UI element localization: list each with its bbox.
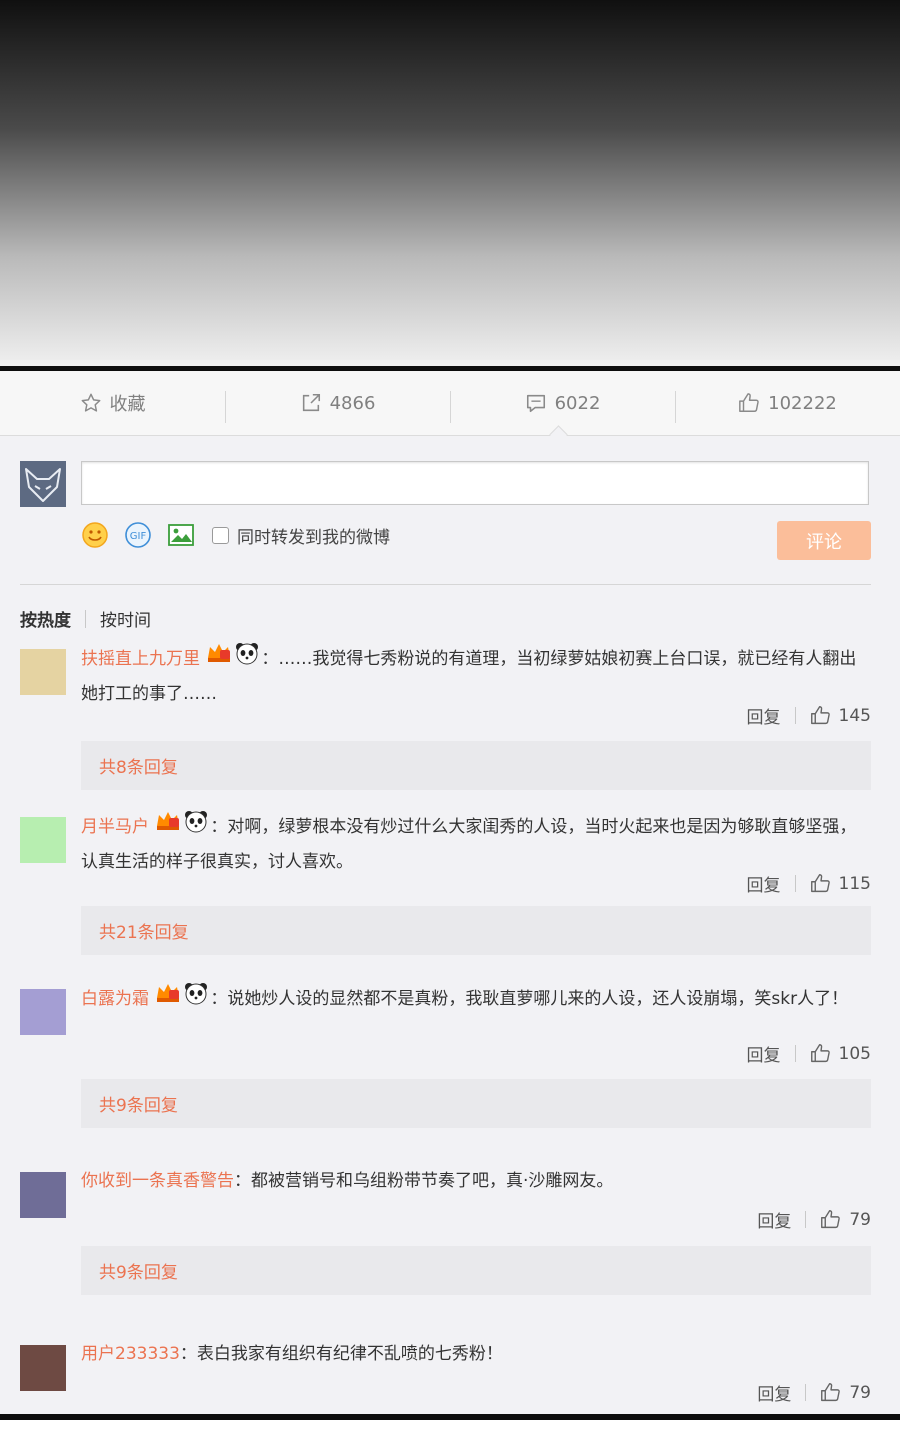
submit-comment-button[interactable]: 评论 — [777, 521, 871, 560]
like-comment-button[interactable]: 105 — [810, 1043, 871, 1064]
comment-meta: 回复 79 — [757, 1380, 871, 1406]
comment-text: 说她炒人设的显然都不是真粉，我耿直萝哪儿来的人设，还人设崩塌，笑skr人了！ — [227, 989, 849, 1009]
reply-button[interactable]: 回复 — [757, 1380, 791, 1405]
like-comment-button[interactable]: 145 — [810, 705, 871, 726]
like-post-button[interactable]: 102222 — [675, 371, 900, 435]
panda-emoji-icon — [183, 981, 209, 1017]
panda-emoji-icon — [183, 809, 209, 845]
forward-option[interactable]: 同时转发到我的微博 — [212, 523, 390, 548]
reply-button[interactable]: 回复 — [747, 703, 781, 728]
post-image — [0, 0, 900, 366]
action-bar: 收藏 4866 6022 102222 — [0, 371, 900, 436]
reply-button[interactable]: 回复 — [757, 1207, 791, 1232]
image-button[interactable] — [167, 521, 195, 549]
favorite-button[interactable]: 收藏 — [0, 371, 225, 435]
commenter-name[interactable]: 你收到一条真香警告 — [81, 1171, 234, 1191]
meta-separator — [794, 1045, 796, 1062]
comment-meta: 回复 115 — [747, 871, 871, 897]
comment-panel: 收藏 4866 6022 102222 GIF 同时转发到我的微博 评论 按热度… — [0, 371, 900, 1414]
svg-text:GIF: GIF — [130, 531, 147, 542]
fox-mask-icon — [25, 468, 61, 502]
gif-button[interactable]: GIF — [124, 521, 152, 549]
comment-body: 你收到一条真香警告：都被营销号和乌组粉带节奏了吧，真·沙雕网友。 — [81, 1164, 873, 1198]
commenter-avatar[interactable] — [20, 817, 66, 863]
commenter-avatar[interactable] — [20, 1345, 66, 1391]
emoji-button[interactable] — [81, 521, 109, 549]
meta-separator — [805, 1384, 807, 1401]
thumbs-up-icon — [821, 1210, 841, 1229]
comment-text: 都被营销号和乌组粉带节奏了吧，真·沙雕网友。 — [251, 1171, 614, 1191]
sort-separator — [85, 609, 86, 628]
commenter-name[interactable]: 扶摇直上九万里 — [81, 649, 200, 669]
view-replies-link[interactable]: 共21条回复 — [81, 906, 871, 955]
composer-divider — [20, 584, 871, 585]
thumbs-up-icon — [739, 393, 759, 412]
comment-colon: ： — [210, 817, 228, 837]
view-replies-link[interactable]: 共9条回复 — [81, 1079, 871, 1128]
star-icon — [81, 393, 100, 412]
smiley-icon — [82, 522, 108, 548]
comment-like-count: 145 — [838, 705, 871, 726]
comment-meta: 回复 79 — [757, 1207, 871, 1233]
comment-like-count: 79 — [849, 1209, 871, 1230]
sort-tabs: 按热度 按时间 — [20, 606, 151, 631]
comment-meta: 回复 145 — [747, 703, 871, 729]
comment-body: 月半马户 ：对啊，绿萝根本没有炒过什么大家闺秀的人设，当时火起来也是因为够耿直够… — [81, 809, 873, 879]
view-replies-link[interactable]: 共9条回复 — [81, 1246, 871, 1295]
commenter-avatar[interactable] — [20, 989, 66, 1035]
comment-meta: 回复 105 — [747, 1041, 871, 1067]
fan-crown-badge-icon — [155, 982, 181, 1016]
commenter-avatar[interactable] — [20, 1172, 66, 1218]
like-comment-button[interactable]: 115 — [810, 873, 871, 894]
current-user-avatar[interactable] — [20, 461, 66, 507]
comment-colon: ： — [179, 1344, 197, 1364]
forward-label: 同时转发到我的微博 — [237, 527, 390, 548]
picture-icon — [168, 524, 194, 546]
favorite-label: 收藏 — [109, 394, 146, 415]
thumbs-up-icon — [810, 1044, 830, 1063]
view-replies-link[interactable]: 共8条回复 — [81, 741, 871, 790]
gif-icon: GIF — [125, 522, 151, 548]
meta-separator — [805, 1211, 807, 1228]
thumbs-up-icon — [810, 874, 830, 893]
sort-by-time-tab[interactable]: 按时间 — [100, 606, 151, 631]
fan-crown-badge-icon — [206, 642, 232, 676]
composer-toolbar: GIF 同时转发到我的微博 — [81, 519, 390, 551]
comment-body: 白露为霜 ：说她炒人设的显然都不是真粉，我耿直萝哪儿来的人设，还人设崩塌，笑sk… — [81, 981, 873, 1017]
comment-input[interactable] — [81, 461, 869, 505]
commenter-name[interactable]: 用户233333 — [81, 1344, 180, 1364]
forward-checkbox[interactable] — [212, 526, 229, 544]
repost-count: 4866 — [329, 392, 376, 414]
comment-body: 扶摇直上九万里 ：……我觉得七秀粉说的有道理，当初绿萝姑娘初赛上台口误，就已经有… — [81, 641, 873, 711]
fan-crown-badge-icon — [155, 810, 181, 844]
meta-separator — [794, 707, 796, 724]
panda-emoji-icon — [234, 641, 260, 677]
comment-like-count: 115 — [838, 873, 871, 894]
share-icon — [302, 393, 320, 412]
thumbs-up-icon — [821, 1383, 841, 1402]
comment-tab-button[interactable]: 6022 — [450, 371, 675, 435]
comment-text: 表白我家有组织有纪律不乱喷的七秀粉！ — [196, 1344, 503, 1364]
sort-by-hot-tab[interactable]: 按热度 — [20, 606, 71, 631]
comment-icon — [526, 394, 545, 413]
reply-button[interactable]: 回复 — [747, 1041, 781, 1066]
comment-colon: ： — [210, 989, 228, 1009]
reply-button[interactable]: 回复 — [747, 871, 781, 896]
comment-like-count: 79 — [849, 1382, 871, 1403]
commenter-name[interactable]: 月半马户 — [81, 817, 149, 837]
thumbs-up-icon — [810, 706, 830, 725]
like-comment-button[interactable]: 79 — [820, 1382, 871, 1403]
comment-count: 6022 — [554, 392, 601, 414]
commenter-avatar[interactable] — [20, 649, 66, 695]
comment-colon: ： — [234, 1171, 251, 1191]
comment-like-count: 105 — [838, 1043, 871, 1064]
comment-colon: ： — [261, 649, 279, 669]
repost-button[interactable]: 4866 — [225, 371, 450, 435]
like-count: 102222 — [768, 392, 837, 414]
like-comment-button[interactable]: 79 — [820, 1209, 871, 1230]
meta-separator — [794, 875, 796, 892]
commenter-name[interactable]: 白露为霜 — [81, 989, 149, 1009]
page-bottom-margin — [0, 1420, 900, 1437]
comment-body: 用户233333：表白我家有组织有纪律不乱喷的七秀粉！ — [81, 1337, 873, 1371]
